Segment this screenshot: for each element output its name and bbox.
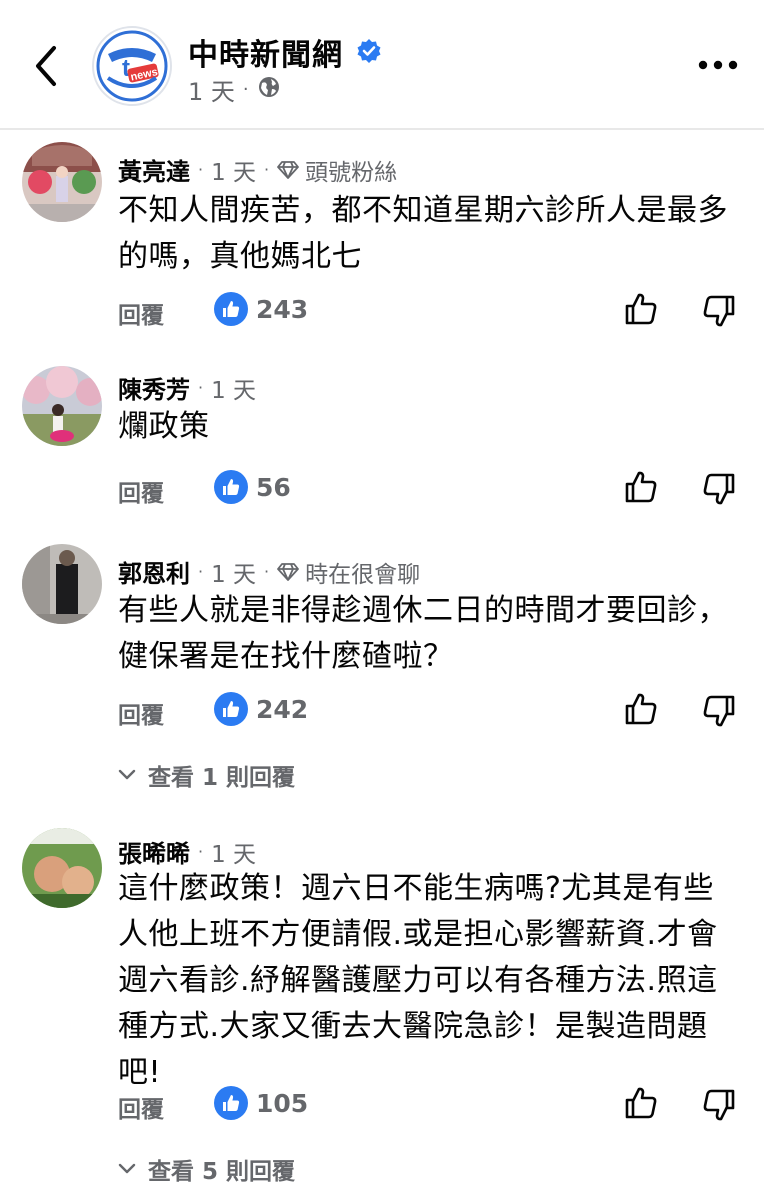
diamond-icon <box>277 562 300 581</box>
post-time: 1 天 <box>188 78 235 106</box>
comment-time[interactable]: 1 天 <box>211 371 256 405</box>
comment-header: 陳秀芳 · 1 天 <box>118 370 256 405</box>
thumbs-up-icon[interactable] <box>624 692 658 726</box>
reply-button[interactable]: 回覆 <box>118 296 164 330</box>
thumbs-up-icon[interactable] <box>624 1086 658 1120</box>
comment-actions: 回覆 243 <box>118 292 738 332</box>
fan-badge[interactable]: 頭號粉絲 <box>277 153 397 187</box>
comment-header: 郭恩利 · 1 天 · 時在很會聊 <box>118 554 420 589</box>
thumbs-down-icon[interactable] <box>702 294 736 328</box>
globe-icon <box>257 75 281 105</box>
thumbs-down-icon[interactable] <box>702 472 736 506</box>
back-arrow-icon[interactable] <box>30 44 62 88</box>
like-count: 243 <box>256 294 309 324</box>
thumbs-down-icon[interactable] <box>702 1088 736 1122</box>
like-reaction-icon <box>214 292 248 326</box>
avatar[interactable] <box>22 366 102 446</box>
commenter-name[interactable]: 黃亮達 <box>118 152 190 187</box>
page-avatar[interactable]: t news <box>92 26 172 106</box>
badge-label: 時在很會聊 <box>305 561 421 588</box>
comment-time[interactable]: 1 天 <box>211 153 256 187</box>
view-replies-link[interactable]: 查看 1 則回覆 <box>118 758 295 792</box>
more-options-icon[interactable] <box>696 54 740 76</box>
reply-button[interactable]: 回覆 <box>118 1090 164 1124</box>
chevron-down-icon <box>118 1163 136 1174</box>
comment-actions: 回覆 105 <box>118 1086 738 1126</box>
comment-text: 這什麼政策！週六日不能生病嗎?尤其是有些人他上班不方便請假.或是担心影響薪資.才… <box>118 871 718 1090</box>
like-count: 105 <box>256 1088 309 1118</box>
avatar[interactable] <box>22 828 102 908</box>
badge-label: 頭號粉絲 <box>305 159 398 186</box>
comment-actions: 回覆 242 <box>118 692 738 732</box>
thumbs-down-icon[interactable] <box>702 694 736 728</box>
thumbs-up-icon[interactable] <box>624 470 658 504</box>
like-count: 56 <box>256 472 291 502</box>
post-meta: 1 天 · <box>188 72 281 107</box>
like-reaction-icon <box>214 692 248 726</box>
view-replies-label: 查看 1 則回覆 <box>148 765 296 791</box>
comment-time[interactable]: 1 天 <box>211 835 256 869</box>
reply-button[interactable]: 回覆 <box>118 474 164 508</box>
avatar[interactable] <box>22 142 102 222</box>
chevron-down-icon <box>118 769 136 780</box>
like-reaction-icon <box>214 470 248 504</box>
reply-button[interactable]: 回覆 <box>118 696 164 730</box>
view-replies-label: 查看 5 則回覆 <box>148 1159 296 1185</box>
comment-time[interactable]: 1 天 <box>211 555 256 589</box>
commenter-name[interactable]: 張晞晞 <box>118 834 190 869</box>
commenter-name[interactable]: 郭恩利 <box>118 554 190 589</box>
like-count: 242 <box>256 694 309 724</box>
like-summary[interactable]: 105 <box>214 1086 308 1120</box>
diamond-icon <box>277 160 300 179</box>
page-name[interactable]: 中時新聞網 <box>188 30 343 74</box>
like-summary[interactable]: 56 <box>214 470 291 504</box>
fan-badge[interactable]: 時在很會聊 <box>277 555 420 589</box>
thumbs-up-icon[interactable] <box>624 292 658 326</box>
like-summary[interactable]: 242 <box>214 692 308 726</box>
comment-header: 黃亮達 · 1 天 · 頭號粉絲 <box>118 152 397 187</box>
comment-text: 爛政策 <box>118 409 210 444</box>
meta-separator: · <box>242 79 249 100</box>
avatar[interactable] <box>22 544 102 624</box>
comment-header: 張晞晞 · 1 天 <box>118 834 256 869</box>
commenter-name[interactable]: 陳秀芳 <box>118 370 190 405</box>
comment-text: 有些人就是非得趁週休二日的時間才要回診，健保署是在找什麼碴啦？ <box>118 593 728 674</box>
post-header: t news 中時新聞網 1 天 · <box>0 0 764 130</box>
comment-text: 不知人間疾苦，都不知道星期六診所人是最多的嗎，真他媽北七 <box>118 193 728 274</box>
view-replies-link[interactable]: 查看 5 則回覆 <box>118 1152 295 1186</box>
like-summary[interactable]: 243 <box>214 292 308 326</box>
like-reaction-icon <box>214 1086 248 1120</box>
comment-actions: 回覆 56 <box>118 470 738 510</box>
verified-badge-icon <box>356 38 382 64</box>
